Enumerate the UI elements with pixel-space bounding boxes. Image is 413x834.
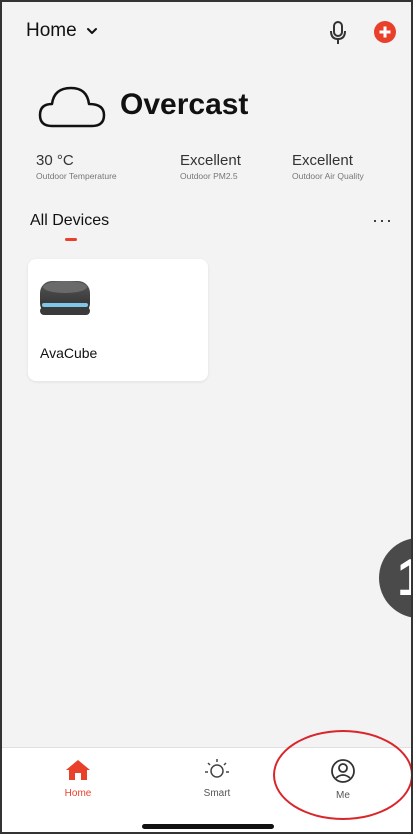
outdoor-temperature-stat: 30 °C Outdoor Temperature	[36, 152, 117, 181]
floating-badge: 1	[379, 538, 411, 618]
nav-label: Home	[64, 788, 92, 799]
header: Home	[2, 2, 411, 68]
nav-label: Smart	[203, 788, 231, 799]
outdoor-air-quality-stat: Excellent Outdoor Air Quality	[292, 152, 364, 181]
nav-item-smart[interactable]: Smart	[177, 758, 257, 799]
avacube-device-image	[40, 281, 90, 315]
stat-label: Outdoor PM2.5	[180, 171, 238, 181]
nav-item-home[interactable]: Home	[38, 758, 118, 799]
tab-all-devices[interactable]: All Devices	[30, 212, 109, 230]
app-frame: Home Overcast 30 °C Outdoor Temperature …	[0, 0, 413, 834]
add-device-button[interactable]	[374, 21, 396, 43]
device-card-avacube[interactable]: AvaCube	[28, 259, 208, 381]
cloud-icon	[38, 86, 106, 128]
chevron-down-icon	[86, 28, 97, 34]
stat-label: Outdoor Air Quality	[292, 171, 364, 181]
outdoor-pm25-stat: Excellent Outdoor PM2.5	[180, 152, 241, 181]
device-name: AvaCube	[40, 345, 98, 361]
home-switcher[interactable]: Home	[26, 20, 99, 42]
home-indicator	[142, 824, 274, 829]
home-switcher-label: Home	[26, 20, 77, 41]
stat-value: Excellent	[292, 152, 353, 169]
more-options-button[interactable]: ···	[372, 210, 393, 231]
annotation-circle	[273, 730, 411, 820]
tab-active-indicator	[65, 238, 77, 241]
microphone-icon[interactable]	[328, 20, 348, 46]
stat-value: 30 °C	[36, 152, 74, 169]
stat-value: Excellent	[180, 152, 241, 169]
home-icon	[66, 760, 90, 780]
weather-condition: Overcast	[120, 88, 249, 121]
sun-icon	[205, 759, 229, 778]
stat-label: Outdoor Temperature	[36, 171, 117, 181]
